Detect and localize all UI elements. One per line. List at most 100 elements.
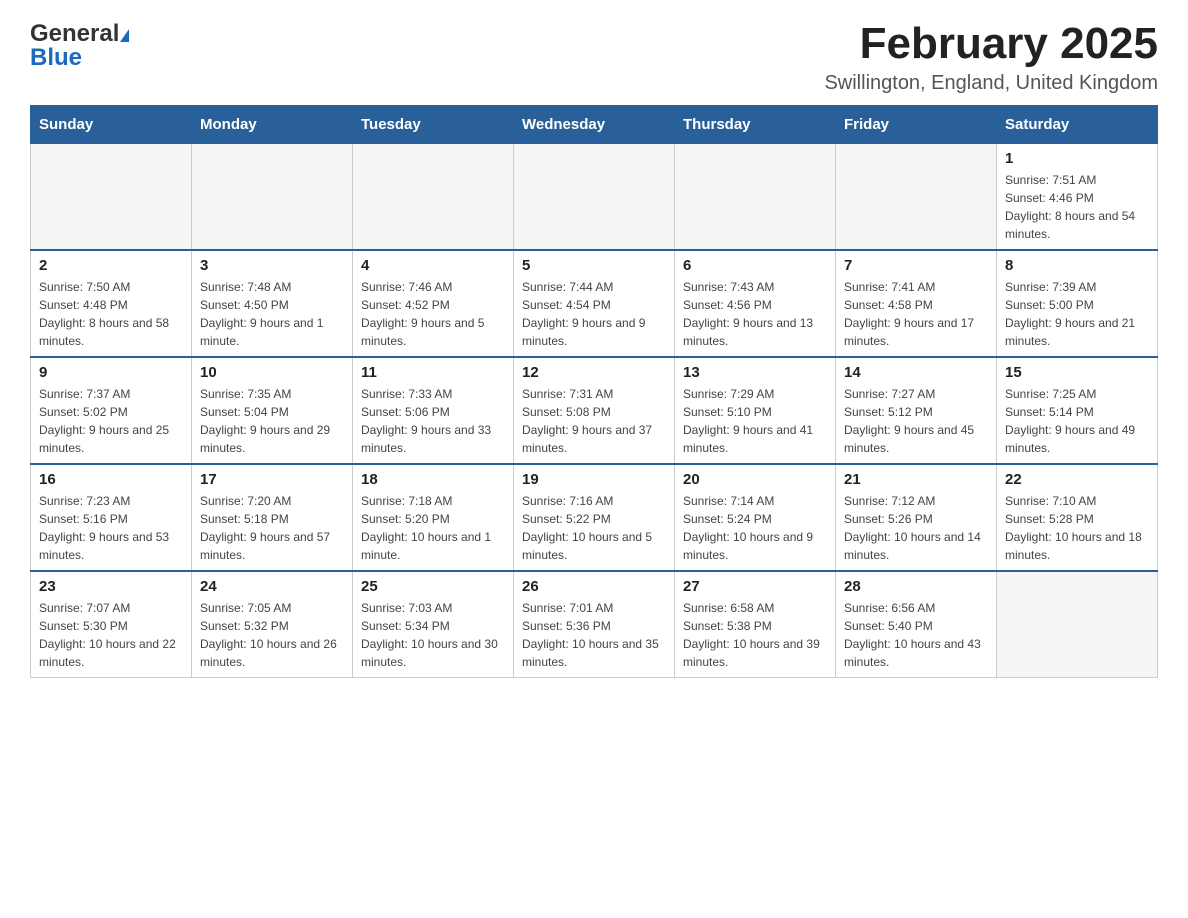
day-number: 24: [200, 578, 344, 595]
calendar-week-5: 23 Sunrise: 7:07 AMSunset: 5:30 PMDayligh…: [31, 571, 1158, 678]
day-number: 3: [200, 257, 344, 274]
calendar-cell: 10 Sunrise: 7:35 AMSunset: 5:04 PMDayligh…: [192, 357, 353, 464]
day-number: 2: [39, 257, 183, 274]
calendar-cell: 26 Sunrise: 7:01 AMSunset: 5:36 PMDayligh…: [514, 571, 675, 678]
day-number: 13: [683, 364, 827, 381]
calendar-cell: 24 Sunrise: 7:05 AMSunset: 5:32 PMDayligh…: [192, 571, 353, 678]
col-monday: Monday: [192, 106, 353, 144]
location-subtitle: Swillington, England, United Kingdom: [824, 72, 1158, 95]
calendar-cell: 7 Sunrise: 7:41 AMSunset: 4:58 PMDaylight…: [836, 250, 997, 357]
day-detail: Sunrise: 7:01 AMSunset: 5:36 PMDaylight:…: [522, 599, 666, 671]
col-thursday: Thursday: [675, 106, 836, 144]
month-title: February 2025: [824, 20, 1158, 68]
day-number: 18: [361, 471, 505, 488]
day-number: 7: [844, 257, 988, 274]
calendar-table: Sunday Monday Tuesday Wednesday Thursday…: [30, 105, 1158, 678]
calendar-cell: 2Sunrise: 7:50 AMSunset: 4:48 PMDaylight…: [31, 250, 192, 357]
calendar-cell: 28 Sunrise: 6:56 AMSunset: 5:40 PMDayligh…: [836, 571, 997, 678]
day-detail: Sunrise: 7:44 AMSunset: 4:54 PMDaylight:…: [522, 278, 666, 350]
day-number: 4: [361, 257, 505, 274]
calendar-cell: 21 Sunrise: 7:12 AMSunset: 5:26 PMDayligh…: [836, 464, 997, 571]
day-number: 8: [1005, 257, 1149, 274]
day-detail: Sunrise: 7:16 AMSunset: 5:22 PMDaylight:…: [522, 492, 666, 564]
calendar-cell: 19 Sunrise: 7:16 AMSunset: 5:22 PMDayligh…: [514, 464, 675, 571]
calendar-cell: 8 Sunrise: 7:39 AMSunset: 5:00 PMDaylight…: [997, 250, 1158, 357]
calendar-cell: 12 Sunrise: 7:31 AMSunset: 5:08 PMDayligh…: [514, 357, 675, 464]
calendar-cell: 16 Sunrise: 7:23 AMSunset: 5:16 PMDayligh…: [31, 464, 192, 571]
calendar-cell: 20Sunrise: 7:14 AMSunset: 5:24 PMDayligh…: [675, 464, 836, 571]
calendar-week-1: 1Sunrise: 7:51 AMSunset: 4:46 PMDaylight…: [31, 144, 1158, 251]
calendar-cell: 3 Sunrise: 7:48 AMSunset: 4:50 PMDaylight…: [192, 250, 353, 357]
day-detail: Sunrise: 7:18 AMSunset: 5:20 PMDaylight:…: [361, 492, 505, 564]
day-detail: Sunrise: 7:39 AMSunset: 5:00 PMDaylight:…: [1005, 278, 1149, 350]
day-detail: Sunrise: 7:25 AMSunset: 5:14 PMDaylight:…: [1005, 385, 1149, 457]
calendar-cell: 15 Sunrise: 7:25 AMSunset: 5:14 PMDayligh…: [997, 357, 1158, 464]
day-number: 6: [683, 257, 827, 274]
day-detail: Sunrise: 7:48 AMSunset: 4:50 PMDaylight:…: [200, 278, 344, 350]
calendar-cell: [353, 144, 514, 251]
day-number: 23: [39, 578, 183, 595]
logo: General Blue: [30, 20, 129, 72]
calendar-cell: 25Sunrise: 7:03 AMSunset: 5:34 PMDayligh…: [353, 571, 514, 678]
day-detail: Sunrise: 7:27 AMSunset: 5:12 PMDaylight:…: [844, 385, 988, 457]
day-number: 17: [200, 471, 344, 488]
calendar-cell: [192, 144, 353, 251]
day-detail: Sunrise: 6:58 AMSunset: 5:38 PMDaylight:…: [683, 599, 827, 671]
day-detail: Sunrise: 7:31 AMSunset: 5:08 PMDaylight:…: [522, 385, 666, 457]
day-number: 16: [39, 471, 183, 488]
day-number: 28: [844, 578, 988, 595]
logo-blue-text: Blue: [30, 44, 82, 72]
day-detail: Sunrise: 7:35 AMSunset: 5:04 PMDaylight:…: [200, 385, 344, 457]
day-number: 10: [200, 364, 344, 381]
day-number: 9: [39, 364, 183, 381]
day-number: 26: [522, 578, 666, 595]
calendar-cell: 11 Sunrise: 7:33 AMSunset: 5:06 PMDayligh…: [353, 357, 514, 464]
calendar-cell: 27 Sunrise: 6:58 AMSunset: 5:38 PMDayligh…: [675, 571, 836, 678]
calendar-cell: [675, 144, 836, 251]
day-detail: Sunrise: 7:20 AMSunset: 5:18 PMDaylight:…: [200, 492, 344, 564]
day-number: 27: [683, 578, 827, 595]
calendar-cell: 22 Sunrise: 7:10 AMSunset: 5:28 PMDayligh…: [997, 464, 1158, 571]
calendar-cell: [31, 144, 192, 251]
day-detail: Sunrise: 7:10 AMSunset: 5:28 PMDaylight:…: [1005, 492, 1149, 564]
calendar-cell: [836, 144, 997, 251]
page-header: General Blue February 2025 Swillington, …: [30, 20, 1158, 95]
calendar-cell: [514, 144, 675, 251]
day-detail: Sunrise: 7:51 AMSunset: 4:46 PMDaylight:…: [1005, 171, 1149, 243]
calendar-cell: 23 Sunrise: 7:07 AMSunset: 5:30 PMDayligh…: [31, 571, 192, 678]
day-number: 22: [1005, 471, 1149, 488]
day-number: 19: [522, 471, 666, 488]
calendar-cell: [997, 571, 1158, 678]
day-detail: Sunrise: 7:33 AMSunset: 5:06 PMDaylight:…: [361, 385, 505, 457]
day-detail: Sunrise: 7:05 AMSunset: 5:32 PMDaylight:…: [200, 599, 344, 671]
calendar-cell: 9 Sunrise: 7:37 AMSunset: 5:02 PMDaylight…: [31, 357, 192, 464]
calendar-week-3: 9 Sunrise: 7:37 AMSunset: 5:02 PMDaylight…: [31, 357, 1158, 464]
calendar-header-row: Sunday Monday Tuesday Wednesday Thursday…: [31, 106, 1158, 144]
day-detail: Sunrise: 7:41 AMSunset: 4:58 PMDaylight:…: [844, 278, 988, 350]
col-tuesday: Tuesday: [353, 106, 514, 144]
day-detail: Sunrise: 7:14 AMSunset: 5:24 PMDaylight:…: [683, 492, 827, 564]
day-detail: Sunrise: 7:37 AMSunset: 5:02 PMDaylight:…: [39, 385, 183, 457]
calendar-week-4: 16 Sunrise: 7:23 AMSunset: 5:16 PMDayligh…: [31, 464, 1158, 571]
day-number: 5: [522, 257, 666, 274]
calendar-cell: 14 Sunrise: 7:27 AMSunset: 5:12 PMDayligh…: [836, 357, 997, 464]
day-number: 12: [522, 364, 666, 381]
day-number: 15: [1005, 364, 1149, 381]
calendar-cell: 4 Sunrise: 7:46 AMSunset: 4:52 PMDaylight…: [353, 250, 514, 357]
day-number: 21: [844, 471, 988, 488]
col-friday: Friday: [836, 106, 997, 144]
calendar-cell: 6Sunrise: 7:43 AMSunset: 4:56 PMDaylight…: [675, 250, 836, 357]
calendar-cell: 5 Sunrise: 7:44 AMSunset: 4:54 PMDaylight…: [514, 250, 675, 357]
calendar-cell: 17 Sunrise: 7:20 AMSunset: 5:18 PMDayligh…: [192, 464, 353, 571]
day-detail: Sunrise: 7:46 AMSunset: 4:52 PMDaylight:…: [361, 278, 505, 350]
day-detail: Sunrise: 7:23 AMSunset: 5:16 PMDaylight:…: [39, 492, 183, 564]
calendar-cell: 13Sunrise: 7:29 AMSunset: 5:10 PMDayligh…: [675, 357, 836, 464]
day-detail: Sunrise: 6:56 AMSunset: 5:40 PMDaylight:…: [844, 599, 988, 671]
day-number: 11: [361, 364, 505, 381]
day-detail: Sunrise: 7:12 AMSunset: 5:26 PMDaylight:…: [844, 492, 988, 564]
day-number: 14: [844, 364, 988, 381]
day-detail: Sunrise: 7:07 AMSunset: 5:30 PMDaylight:…: [39, 599, 183, 671]
logo-triangle-icon: [120, 29, 129, 42]
day-detail: Sunrise: 7:03 AMSunset: 5:34 PMDaylight:…: [361, 599, 505, 671]
calendar-cell: 1Sunrise: 7:51 AMSunset: 4:46 PMDaylight…: [997, 144, 1158, 251]
